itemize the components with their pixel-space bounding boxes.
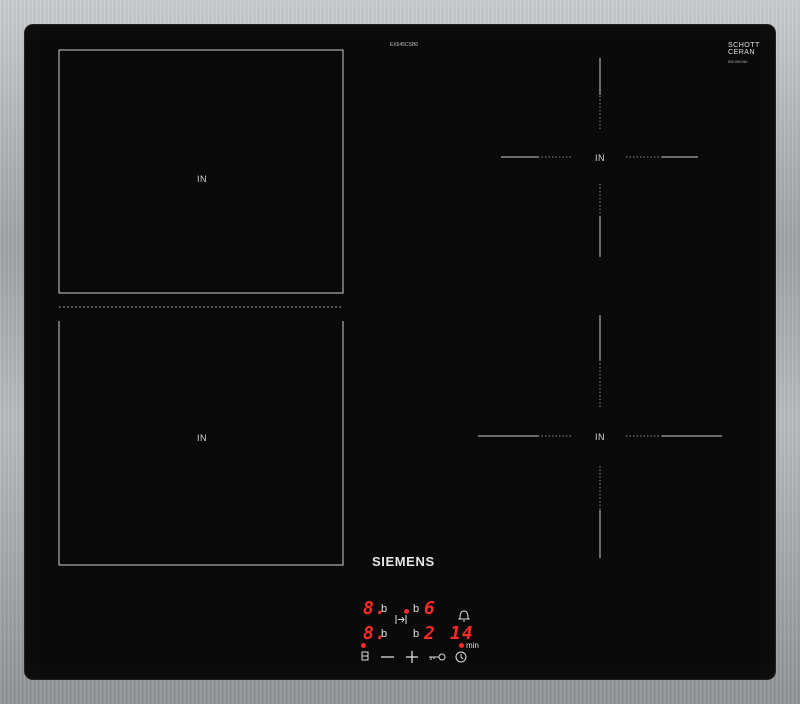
flex-zone-rear — [58, 49, 344, 294]
boost-indicator-1: b — [381, 603, 388, 615]
pause-icon[interactable] — [395, 615, 407, 624]
glass-brand-line1: SCHOTT — [728, 42, 760, 49]
timer-indicator-dot — [459, 643, 464, 648]
zone-label-rear-right: IN — [595, 153, 605, 163]
model-code: EX645CSB6 — [390, 42, 419, 48]
glass-brand-sub: 800.060.060 — [728, 60, 748, 64]
timer-unit: min — [466, 641, 479, 650]
lock-icon[interactable] — [361, 651, 369, 661]
key-icon[interactable] — [429, 653, 446, 661]
lock-indicator-dot — [361, 643, 366, 648]
cooking-zones — [58, 49, 722, 663]
glass-brand-line2: CERAN — [728, 49, 756, 56]
clock-icon[interactable] — [455, 651, 467, 663]
display-zone-rear-right[interactable]: 2 — [424, 625, 436, 643]
zone-label-flex-front: IN — [197, 433, 207, 443]
zone-select-dot-1 — [404, 609, 409, 614]
zone-label-flex-rear: IN — [197, 174, 207, 184]
glass-brand: SCHOTT CERAN — [728, 42, 760, 56]
boost-indicator-4: b — [413, 628, 420, 640]
boost-indicator-3: b — [381, 628, 388, 640]
flex-zone-front — [58, 321, 344, 566]
plus-button-shape[interactable] — [406, 651, 418, 663]
boost-indicator-2: b — [413, 603, 420, 615]
zone-label-front-right: IN — [595, 432, 605, 442]
bell-icon[interactable] — [457, 610, 471, 622]
display-zone-front-right[interactable]: 6 — [424, 600, 436, 618]
brand-logo: SIEMENS — [372, 554, 435, 569]
